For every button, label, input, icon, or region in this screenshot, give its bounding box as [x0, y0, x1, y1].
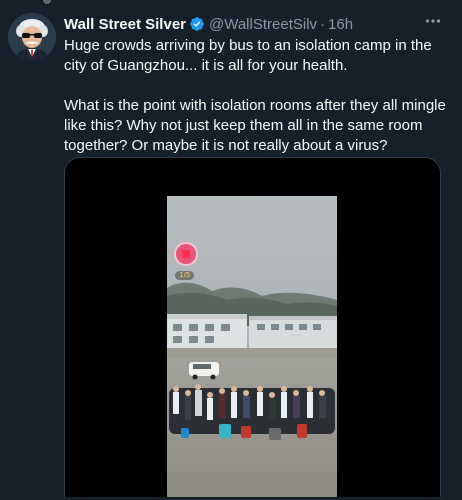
author-handle[interactable]: @WallStreetSilv: [209, 16, 317, 33]
more-horizontal-icon[interactable]: [424, 12, 442, 30]
tweet-timestamp[interactable]: 16h: [328, 16, 353, 33]
tweet-header: Wall Street Silver @WallStreetSilv · 16h: [64, 14, 353, 34]
video-frame[interactable]: 1/5: [167, 196, 337, 500]
tweet-paragraph: What is the point with isolation rooms a…: [64, 97, 446, 154]
tweet[interactable]: Wall Street Silver @WallStreetSilv · 16h…: [0, 0, 462, 500]
avatar[interactable]: [8, 13, 56, 61]
header-separator: ·: [320, 15, 326, 33]
overlay-count: 1/5: [175, 271, 195, 280]
video-player[interactable]: 1/5: [64, 157, 441, 500]
tweet-paragraph: Huge crowds arriving by bus to an isolat…: [64, 37, 432, 74]
author-name[interactable]: Wall Street Silver: [64, 16, 186, 33]
tweet-text: Huge crowds arriving by bus to an isolat…: [64, 36, 450, 156]
verified-badge-icon: [189, 16, 205, 32]
live-gift-icon[interactable]: [174, 242, 198, 266]
